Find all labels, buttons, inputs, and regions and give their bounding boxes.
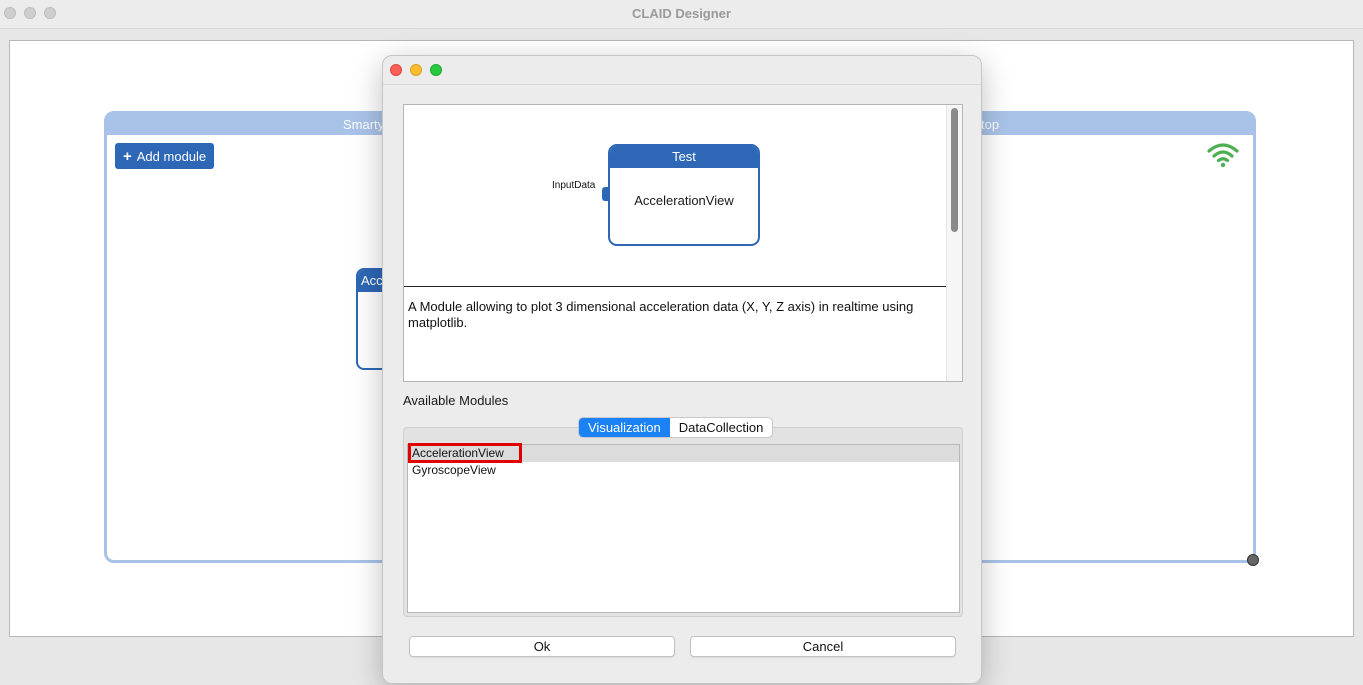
cancel-button[interactable]: Cancel	[690, 636, 956, 657]
preview-scrollbar[interactable]	[946, 105, 962, 381]
module-list[interactable]: AccelerationView GyroscopeView	[407, 443, 960, 613]
module-preview-panel: InputData Test AccelerationView A Module…	[403, 104, 963, 382]
main-window-titlebar: CLAID Designer	[0, 0, 1363, 29]
module-category-tabs: Visualization DataCollection	[578, 417, 774, 438]
list-item-label: GyroscopeView	[412, 463, 496, 477]
wifi-icon	[1207, 143, 1239, 168]
list-item-gyroscopeview[interactable]: GyroscopeView	[408, 462, 959, 479]
module-description: A Module allowing to plot 3 dimensional …	[408, 299, 914, 330]
list-item-accelerationview[interactable]: AccelerationView	[408, 443, 959, 463]
preview-scrollbar-thumb[interactable]	[951, 108, 958, 232]
tab-datacollection[interactable]: DataCollection	[670, 418, 773, 437]
add-module-button[interactable]: + Add module	[115, 143, 215, 169]
module-preview-diagram: InputData Test AccelerationView	[404, 105, 948, 287]
preview-module-header: Test	[610, 146, 758, 168]
available-modules-label: Available Modules	[403, 393, 509, 408]
selection-highlight	[408, 443, 522, 463]
add-module-label: Add module	[136, 148, 207, 164]
device-name-right: top	[981, 117, 1000, 132]
device-name-left: Smarty	[343, 117, 385, 132]
input-port-label: InputData	[552, 180, 596, 191]
tab-visualization[interactable]: Visualization	[579, 418, 670, 437]
dialog-maximize-button[interactable]	[430, 64, 442, 76]
add-module-dialog: InputData Test AccelerationView A Module…	[382, 55, 982, 684]
window-title: CLAID Designer	[632, 6, 731, 21]
ok-button[interactable]: Ok	[409, 636, 675, 657]
resize-handle[interactable]	[1247, 554, 1259, 566]
plus-icon: +	[123, 147, 132, 165]
dialog-titlebar	[383, 56, 981, 85]
preview-module-name: AccelerationView	[634, 193, 734, 208]
preview-module-card: Test AccelerationView	[608, 144, 760, 246]
dialog-minimize-button[interactable]	[410, 64, 422, 76]
dialog-close-button[interactable]	[390, 64, 402, 76]
